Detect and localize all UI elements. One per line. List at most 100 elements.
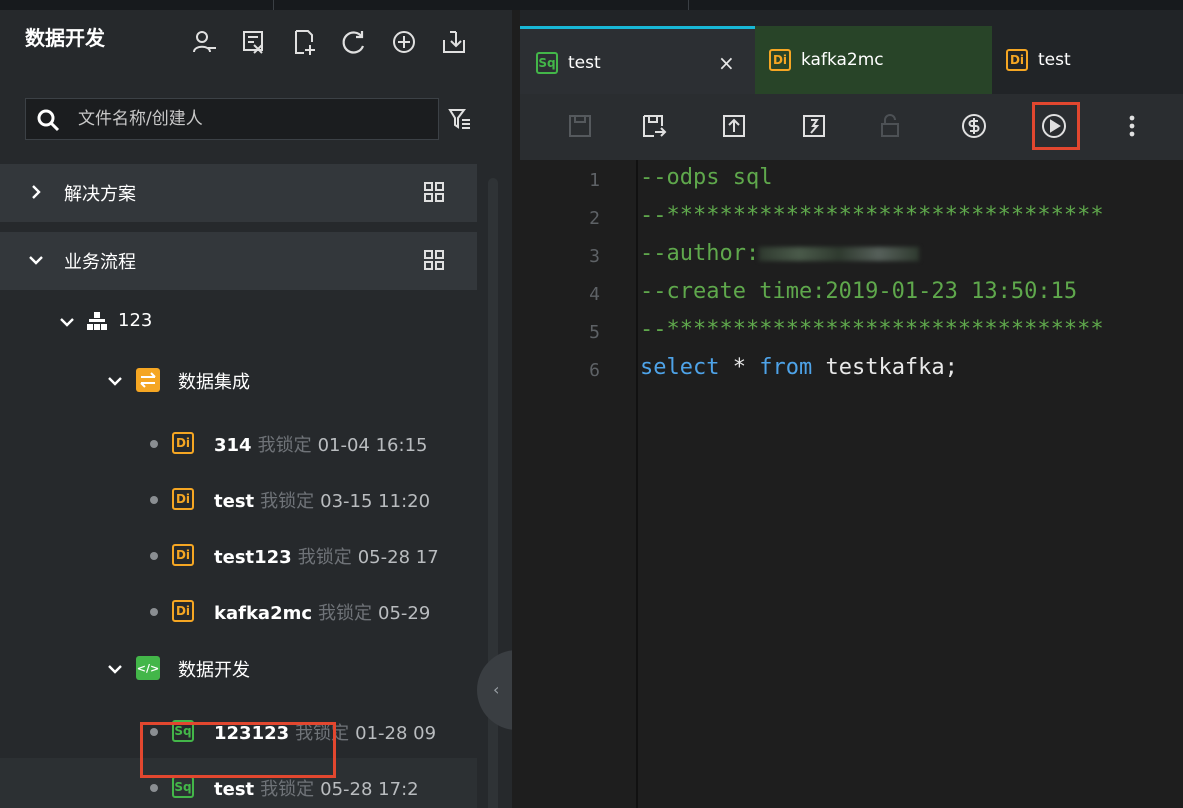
file-name: test123 (214, 547, 292, 568)
highlight-box (1032, 102, 1080, 150)
di-badge: Di (1006, 49, 1028, 71)
file-lock: 我锁定 (257, 435, 312, 456)
file-name: test (214, 491, 255, 512)
tab-label: test (568, 53, 601, 73)
integration-icon (136, 368, 160, 392)
left-panel: 数据开发 解决方案 业务流程 (0, 10, 512, 808)
locate-icon[interactable] (390, 28, 418, 56)
publish-icon[interactable] (800, 112, 828, 140)
table-name: testkafka; (812, 355, 958, 380)
chevron-down-icon (29, 256, 43, 265)
di-badge: Di (172, 544, 194, 566)
editor: Sq test × Di kafka2mc Di test 1 2 3 4 5 … (520, 10, 1183, 808)
sq-badge: Sq (536, 52, 558, 74)
file-name: 314 (214, 435, 252, 456)
di-badge: Di (769, 49, 791, 71)
chevron-down-icon (108, 377, 122, 386)
code-icon: </> (136, 656, 160, 680)
list-item[interactable]: Di test123 我锁定 05-28 17 (0, 526, 477, 582)
code-line-1: --odps sql (640, 165, 773, 190)
file-lock: 我锁定 (260, 491, 315, 512)
di-badge: Di (172, 488, 194, 510)
search-box[interactable] (25, 98, 439, 140)
tab-kafka2mc[interactable]: Di kafka2mc (755, 26, 992, 94)
tab-test-sql[interactable]: Sq test × (520, 26, 755, 94)
save-as-icon[interactable] (640, 112, 668, 140)
line-gutter: 1 2 3 4 5 6 (520, 160, 636, 808)
file-meta: test 我锁定 05-28 17:2 (214, 775, 419, 801)
status-dot (150, 496, 158, 504)
toolbar (520, 94, 1183, 160)
code-line-3: --author: (640, 241, 920, 266)
file-name: test (214, 779, 255, 800)
list-item[interactable]: Di kafka2mc 我锁定 05-29 (0, 582, 477, 638)
file-time: 05-28 17:2 (320, 779, 419, 800)
di-badge: Di (172, 432, 194, 454)
tree-folder-dev[interactable]: </> 数据开发 (0, 640, 477, 696)
file-lock: 我锁定 (318, 603, 373, 624)
flow-icon (87, 312, 107, 330)
gutter-divider (636, 160, 638, 808)
author-prefix: --author: (640, 241, 760, 266)
tree-folder-integration-label: 数据集成 (178, 372, 250, 393)
list-item[interactable]: Di 314 我锁定 01-04 16:15 (0, 414, 477, 470)
search-icon (37, 109, 60, 132)
person-icon[interactable] (190, 28, 218, 56)
keyword-select: select (640, 355, 720, 380)
list-item[interactable]: Di test 我锁定 03-15 11:20 (0, 470, 477, 526)
graph-icon[interactable] (240, 28, 268, 56)
cost-icon[interactable] (960, 112, 988, 140)
code-editor[interactable]: 1 2 3 4 5 6 --odps sql --***************… (520, 160, 1183, 808)
chevron-down-icon (60, 318, 74, 327)
collapse-panel-button[interactable]: ‹ (477, 650, 512, 730)
chevron-down-icon (108, 665, 122, 674)
line-number: 3 (589, 246, 600, 267)
search-input[interactable] (78, 107, 428, 131)
panel-title: 数据开发 (25, 26, 105, 50)
tree-flow-123[interactable]: 123 (0, 294, 477, 350)
line-number: 1 (589, 170, 600, 191)
code-star: * (719, 355, 760, 380)
file-time: 05-29 (378, 603, 431, 624)
blurred-author (759, 247, 920, 261)
chevron-right-icon (32, 185, 41, 199)
status-dot (150, 608, 158, 616)
section-business-flow[interactable]: 业务流程 (0, 232, 477, 290)
tree-folder-integration[interactable]: 数据集成 (0, 352, 477, 408)
file-lock: 我锁定 (297, 547, 352, 568)
file-time: 01-28 09 (355, 723, 437, 744)
filter-icon[interactable] (448, 107, 472, 131)
keyword-from: from (759, 355, 813, 380)
close-icon[interactable]: × (718, 51, 735, 75)
new-file-icon[interactable] (290, 28, 318, 56)
code-line-5: --********************************* (640, 317, 1104, 342)
more-icon[interactable] (1118, 112, 1146, 140)
tab-bar: Sq test × Di kafka2mc Di test (520, 10, 1183, 94)
tab-label: test (1038, 50, 1071, 70)
file-meta: test123 我锁定 05-28 17 (214, 543, 439, 569)
di-badge: Di (172, 600, 194, 622)
grid-icon[interactable] (422, 180, 446, 204)
file-meta: 314 我锁定 01-04 16:15 (214, 431, 427, 457)
line-number: 2 (589, 208, 600, 229)
highlight-box (140, 722, 336, 778)
refresh-icon[interactable] (340, 28, 368, 56)
chevron-left-icon: ‹ (493, 680, 500, 699)
grid-icon[interactable] (422, 248, 446, 272)
line-number: 6 (589, 360, 600, 381)
line-number: 5 (589, 322, 600, 343)
file-name: kafka2mc (214, 603, 313, 624)
save-icon[interactable] (566, 112, 594, 140)
lock-icon[interactable] (876, 112, 904, 140)
import-icon[interactable] (440, 28, 468, 56)
file-time: 03-15 11:20 (320, 491, 431, 512)
tab-test-di[interactable]: Di test (992, 26, 1183, 94)
status-dot (150, 784, 158, 792)
file-time: 05-28 17 (357, 547, 439, 568)
tab-label: kafka2mc (801, 50, 884, 70)
status-dot (150, 552, 158, 560)
section-business-flow-label: 业务流程 (64, 252, 136, 273)
submit-icon[interactable] (720, 112, 748, 140)
section-solutions[interactable]: 解决方案 (0, 164, 477, 222)
file-meta: kafka2mc 我锁定 05-29 (214, 599, 430, 625)
